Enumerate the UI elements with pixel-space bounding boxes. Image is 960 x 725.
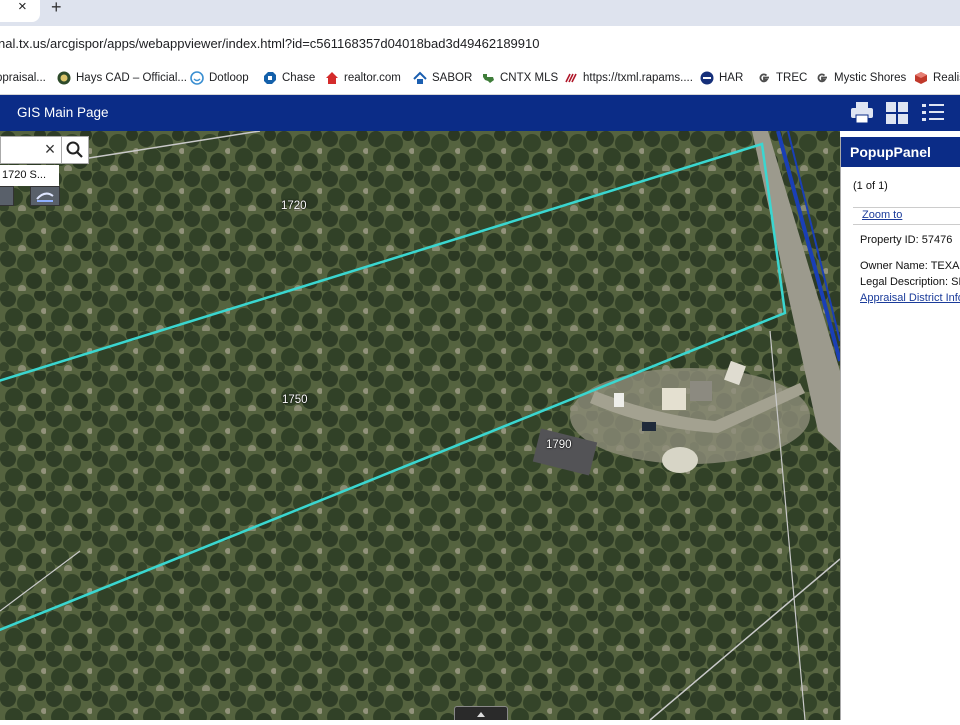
parcel-label-1750: 1750 — [282, 394, 308, 406]
parcel-label-1790: 1790 — [546, 439, 572, 451]
divider — [853, 224, 960, 225]
attribute-table-toggle[interactable] — [454, 706, 508, 720]
map-tool-button[interactable] — [0, 186, 14, 206]
bookmark-cntx-mls[interactable]: CNTX MLS — [481, 69, 558, 87]
bookmark-mystic-shores[interactable]: Mystic Shores — [815, 69, 906, 87]
divider — [853, 207, 960, 208]
bookmark-hays-cad[interactable]: Hays CAD – Official... — [57, 69, 187, 87]
realist-icon — [915, 72, 927, 84]
har-icon — [700, 71, 714, 85]
browser-tab-strip: × + — [0, 0, 960, 26]
map-tool-button[interactable] — [30, 186, 60, 206]
google-icon — [817, 73, 827, 83]
bookmark-label: Hays CAD – Official... — [76, 72, 187, 84]
layer-swipe-icon — [36, 192, 54, 202]
tab-close-icon[interactable]: × — [18, 0, 27, 14]
popup-panel: PopupPanel (1 of 1) Zoom to Property ID:… — [840, 137, 960, 720]
building-structure — [662, 447, 698, 473]
browser-tab[interactable]: × — [0, 0, 40, 22]
aerial-imagery — [0, 131, 840, 720]
legal-description: Legal Description: SH — [860, 276, 960, 288]
search-suggestion[interactable]: 1720 S... — [0, 165, 59, 186]
bookmark-label: realtor.com — [344, 72, 401, 84]
realtor-icon — [326, 72, 338, 84]
bookmark-label: Realis — [933, 72, 960, 84]
bookmark-rapams[interactable]: https://txml.rapams.... — [564, 69, 693, 87]
chase-icon — [264, 72, 276, 84]
hays-cad-icon — [57, 71, 71, 85]
bookmarks-bar: ppraisal... Hays CAD – Official... Dotlo… — [0, 64, 960, 95]
app-header: GIS Main Page — [0, 95, 960, 131]
dotloop-icon — [190, 71, 204, 85]
print-icon[interactable] — [850, 100, 874, 131]
bookmark-label: Mystic Shores — [834, 72, 907, 84]
bookmark-label: Chase — [282, 72, 316, 84]
bookmark-label: https://txml.rapams.... — [583, 72, 693, 84]
bookmark-sabor[interactable]: SABOR — [413, 69, 472, 87]
parcel-label-1720: 1720 — [281, 200, 307, 212]
search-icon — [66, 141, 83, 158]
google-icon — [759, 73, 769, 83]
property-id: Property ID: 57476 — [860, 234, 953, 246]
bookmark-appraisal[interactable]: ppraisal... — [0, 69, 46, 87]
close-icon[interactable]: × — [40, 140, 60, 160]
building-shed — [662, 388, 686, 410]
bookmark-realtor[interactable]: realtor.com — [325, 69, 401, 87]
bookmark-chase[interactable]: Chase — [263, 69, 315, 87]
rapams-icon — [565, 73, 577, 83]
bookmark-realist[interactable]: Realis — [914, 69, 960, 87]
zoom-to-link[interactable]: Zoom to — [862, 209, 902, 221]
aerial-map[interactable]: 1720 1750 1790 — [0, 131, 840, 720]
chevron-up-icon — [477, 712, 485, 717]
bookmark-label: Dotloop — [209, 72, 249, 84]
bookmark-dotloop[interactable]: Dotloop — [190, 69, 249, 87]
bookmark-trec[interactable]: TREC — [757, 69, 807, 87]
bookmark-label: HAR — [719, 72, 744, 84]
owner-name: Owner Name: TEXAS — [860, 260, 960, 272]
url-text[interactable]: nal.tx.us/arcgispor/apps/webappviewer/in… — [0, 36, 539, 51]
layer-list-icon[interactable] — [921, 100, 945, 131]
address-bar[interactable]: nal.tx.us/arcgispor/apps/webappviewer/in… — [0, 26, 960, 64]
basemap-gallery-icon[interactable] — [885, 100, 909, 131]
bookmark-label: TREC — [776, 72, 808, 84]
search-button[interactable] — [61, 136, 89, 164]
popup-title: PopupPanel — [850, 144, 931, 160]
bookmark-label: ppraisal... — [0, 72, 46, 84]
bookmark-label: SABOR — [432, 72, 473, 84]
sabor-icon — [413, 71, 427, 84]
appraisal-district-link[interactable]: Appraisal District Info — [860, 292, 960, 304]
bookmark-label: CNTX MLS — [500, 72, 559, 84]
app-title: GIS Main Page — [17, 105, 109, 120]
cntx-mls-icon — [483, 74, 494, 83]
bookmark-har[interactable]: HAR — [700, 69, 743, 87]
popup-count: (1 of 1) — [853, 180, 888, 192]
popup-header: PopupPanel — [841, 137, 960, 167]
new-tab-button[interactable]: + — [51, 0, 62, 18]
